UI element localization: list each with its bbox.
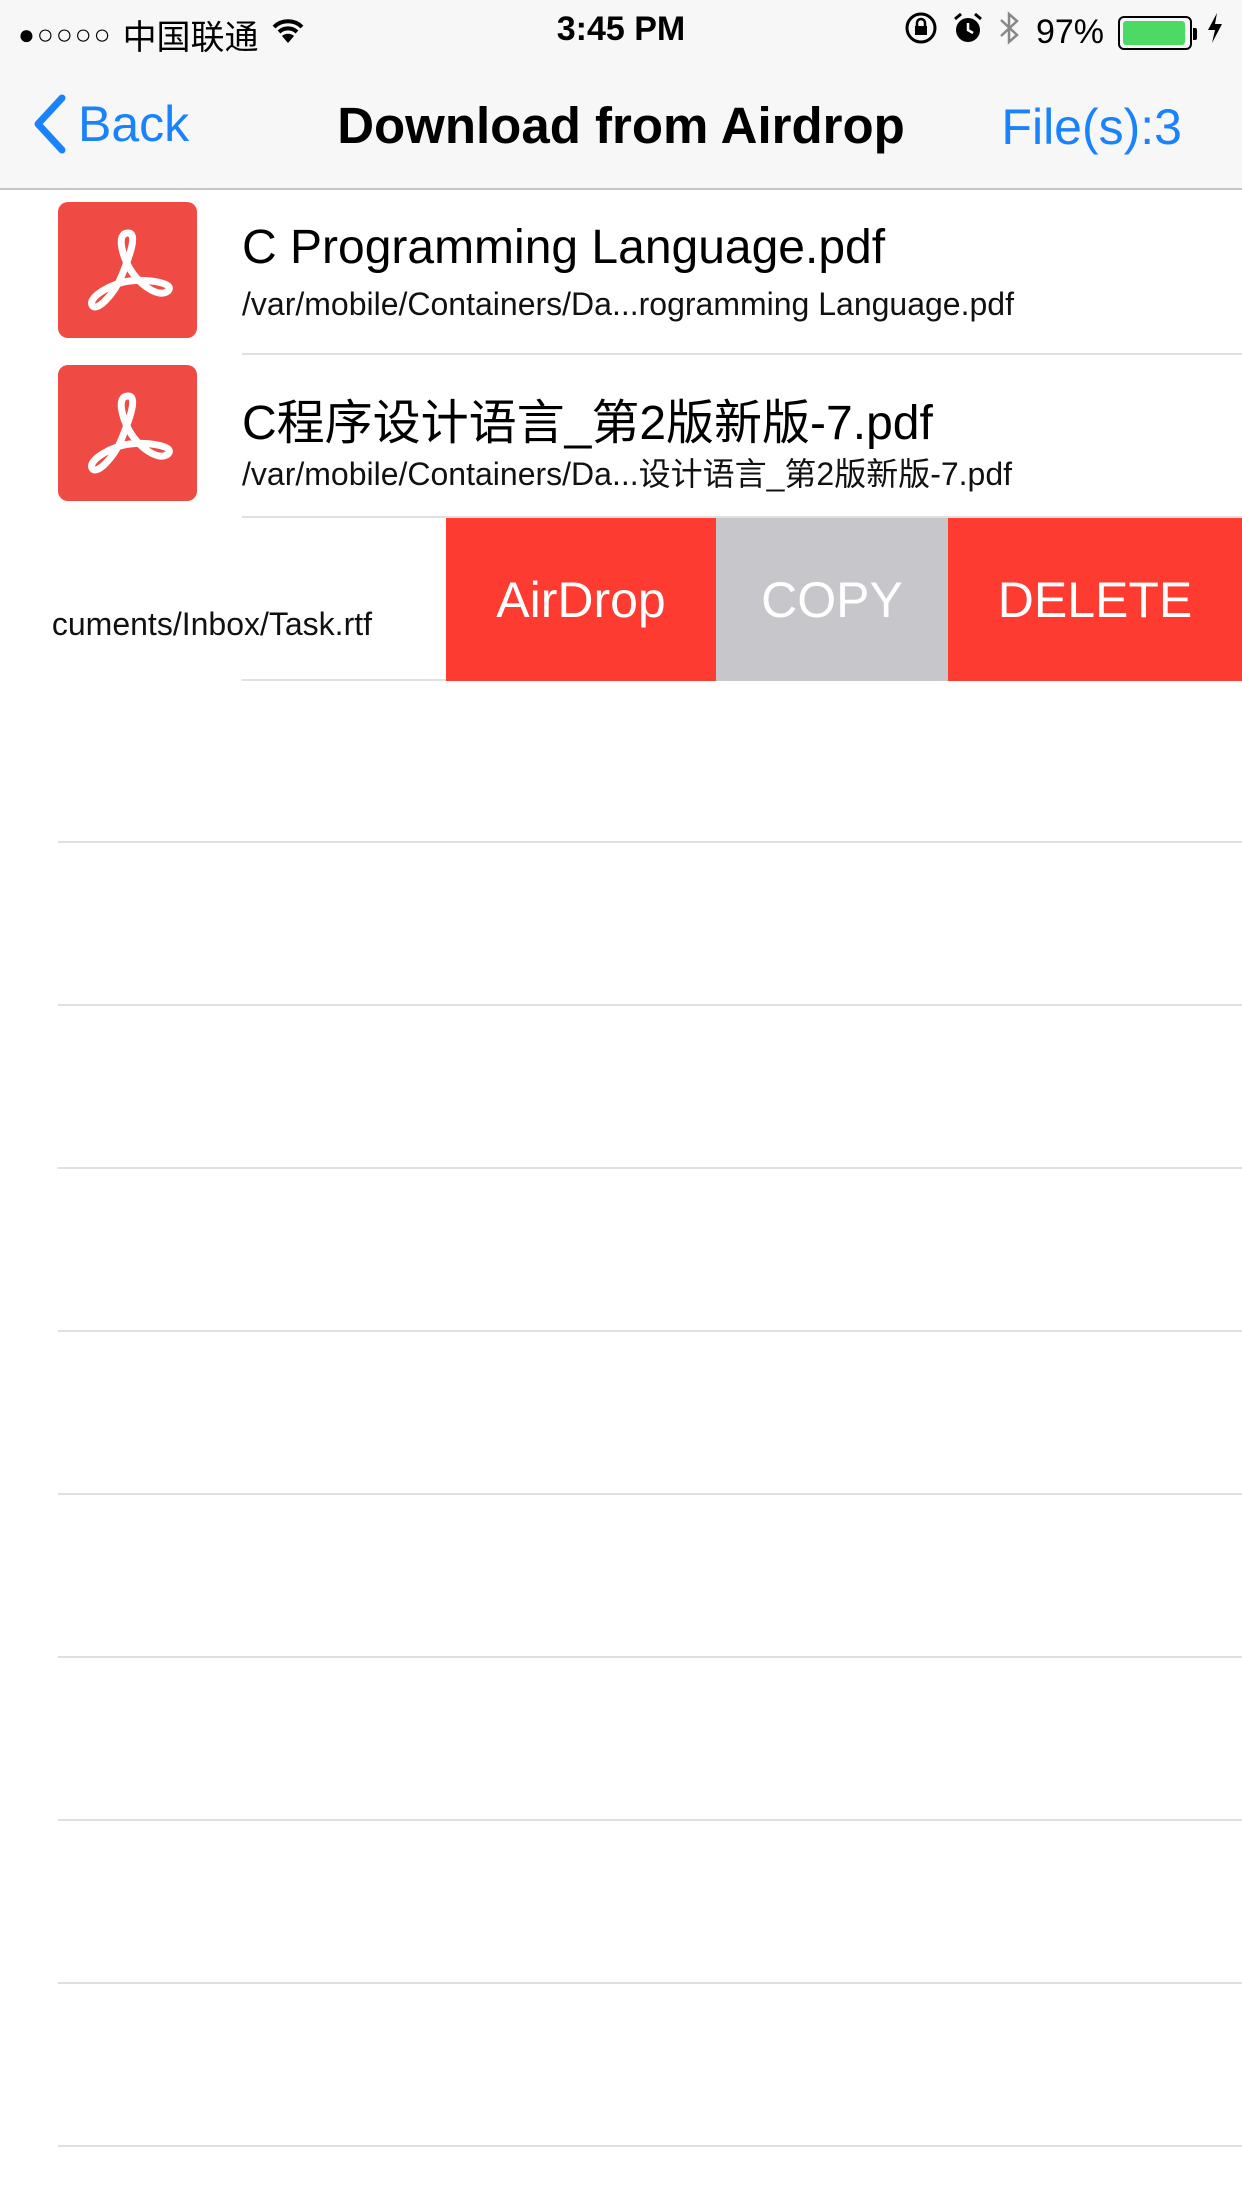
empty-row-divider bbox=[58, 1330, 1242, 1332]
empty-row-divider bbox=[58, 841, 1242, 843]
empty-row-divider bbox=[58, 1493, 1242, 1495]
orientation-lock-icon bbox=[904, 11, 938, 54]
alarm-icon bbox=[952, 11, 984, 54]
charging-icon bbox=[1206, 12, 1224, 53]
status-bar: ●○○○○ 中国联通 3:45 PM 97% bbox=[0, 0, 1242, 60]
bluetooth-icon bbox=[998, 10, 1022, 55]
airdrop-action-button[interactable]: AirDrop bbox=[446, 518, 716, 681]
file-name: C Programming Language.pdf bbox=[242, 221, 886, 274]
file-path: /var/mobile/Containers/Da...rogramming L… bbox=[242, 286, 1014, 322]
navigation-bar: Back Download from Airdrop File(s):3 bbox=[0, 60, 1242, 190]
row-divider bbox=[242, 679, 446, 681]
pdf-icon bbox=[58, 365, 197, 501]
file-name: C程序设计语言_第2版新版-7.pdf bbox=[242, 397, 933, 450]
copy-action-button[interactable]: COPY bbox=[716, 518, 948, 681]
empty-row-divider bbox=[58, 1819, 1242, 1821]
swiped-file-row[interactable]: cuments/Inbox/Task.rtf AirDrop COPY DELE… bbox=[0, 518, 1242, 681]
file-list: C Programming Language.pdf /var/mobile/C… bbox=[0, 192, 1242, 2208]
empty-row-divider bbox=[58, 1982, 1242, 1984]
battery-level-fill bbox=[1123, 20, 1186, 45]
file-row[interactable]: C程序设计语言_第2版新版-7.pdf /var/mobile/Containe… bbox=[0, 355, 1242, 518]
file-count-button[interactable]: File(s):3 bbox=[1001, 98, 1182, 156]
status-right: 97% bbox=[904, 10, 1224, 55]
empty-row-divider bbox=[58, 2145, 1242, 2147]
empty-row-divider bbox=[58, 1167, 1242, 1169]
empty-row-divider bbox=[58, 1004, 1242, 1006]
delete-action-button[interactable]: DELETE bbox=[948, 518, 1242, 681]
file-path: /var/mobile/Containers/Da...设计语言_第2版新版-7… bbox=[242, 456, 1013, 492]
file-path: cuments/Inbox/Task.rtf bbox=[51, 606, 372, 642]
battery-icon bbox=[1118, 15, 1197, 50]
pdf-icon bbox=[58, 202, 197, 338]
file-row[interactable]: C Programming Language.pdf /var/mobile/C… bbox=[0, 192, 1242, 355]
battery-percent: 97% bbox=[1035, 13, 1104, 51]
empty-row-divider bbox=[58, 1656, 1242, 1658]
swiped-row-content[interactable]: cuments/Inbox/Task.rtf bbox=[0, 518, 446, 681]
